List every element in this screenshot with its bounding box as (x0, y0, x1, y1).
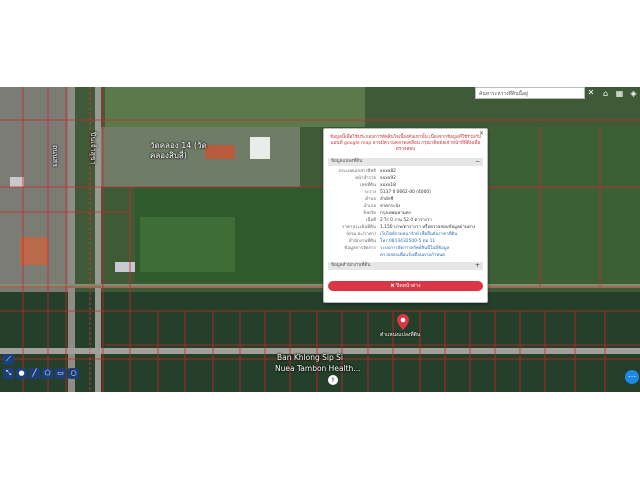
road-label-upper: ถนนสร (51, 145, 59, 167)
info-row: ข้อมูลการจัดการ ระบบการจัดการทรัพย์สินนี้… (328, 245, 482, 252)
info-row-label: ราคาประเมินที่ดิน (342, 225, 376, 230)
layers-icon[interactable]: ◈ (628, 88, 639, 99)
polygon-tool-icon[interactable]: ⬠ (42, 368, 53, 379)
temple-label: วัดคลอง 14 (วัด คลองสิบสี่) (150, 141, 207, 160)
info-row-label: (ตรม.ละ/ราคา) (346, 232, 376, 237)
info-row-value: 1,150 บาท/ตารางวา หรือตรวจสอบข้อมูลผ่านท… (380, 225, 476, 230)
info-row: ราคาประเมินที่ดิน 1,150 บาท/ตารางวา หรือต… (328, 224, 482, 231)
info-row: จังหวัด กรุงเทพมหานคร (328, 210, 482, 217)
info-row: เนื้อที่ 2 ไร่ 0 งาน 52.0 ตารางวา (328, 217, 482, 224)
info-row-label: ประเภทเอกสารสิทธิ (338, 169, 376, 174)
marker-tool-icon[interactable]: ● (16, 368, 27, 379)
info-row: หน้าสำรวจ xxxx92 (328, 175, 482, 182)
info-row-label: ระวาง (364, 190, 376, 195)
disclaimer-text: ข้อมูลนี้เพื่อใช้ประกอบการตัดสินใจเบื้อง… (330, 135, 481, 152)
rectangle-tool-icon[interactable]: ▭ (55, 368, 66, 379)
health-poi-icon[interactable]: ⚕ (328, 375, 338, 385)
info-row: เลขที่ดิน xxxx18 (328, 182, 482, 189)
info-row-label: เนื้อที่ (365, 218, 376, 223)
close-window-button[interactable]: ✖ ปิดหน้าต่าง (328, 281, 483, 291)
info-row: (ตรม.ละ/ราคา) เว็บไซต์กรมธนารักษ์ เพื่อยื… (328, 231, 482, 238)
close-icon[interactable]: × (479, 130, 484, 137)
info-row-label: หน้าสำรวจ (355, 176, 376, 181)
parcel-section-header[interactable]: ข้อมูลแปลงที่ดิน − (328, 158, 483, 166)
grid-icon[interactable]: ▦ (614, 88, 625, 99)
parcel-info-table: ประเภทเอกสารสิทธิ xxxx82 หน้าสำรวจ xxxx92 เล… (328, 168, 482, 259)
search-clear-icon[interactable]: ✕ (586, 88, 596, 98)
parcel-section-title: ข้อมูลแปลงที่ดิน (331, 159, 363, 164)
info-row-value: 2 ไร่ 0 งาน 52.0 ตารางวา (380, 218, 432, 223)
info-row-link[interactable]: ระบบการจัดการทรัพย์สินนี้ไม่มีข้อมูล (380, 245, 482, 252)
home-icon[interactable]: ⌂ (600, 88, 611, 99)
satellite-map[interactable]: วัดคลอง 14 (วัด คลองสิบสี่) ถนนสร ปิ่นเจ… (0, 87, 640, 392)
info-row-label: เลขที่ดิน (360, 183, 376, 188)
info-row-value: xxxx92 (380, 176, 396, 181)
office-section-title: ข้อมูลสำนักงานที่ดิน (331, 263, 371, 268)
map-toolbar: ⤡ ● ╱ ⬠ ▭ ○ (3, 368, 79, 384)
office-section-header[interactable]: ข้อมูลสำนักงานที่ดิน + (328, 262, 483, 270)
info-row-label: ตำบล (365, 197, 376, 202)
info-row-value: 5137 II 0662-00 (4000) (380, 190, 431, 195)
circle-tool-icon[interactable]: ○ (68, 368, 79, 379)
info-row: ประเภทเอกสารสิทธิ xxxx82 (328, 168, 482, 175)
info-row: สำนักงานที่ดิน โทร.0813432500-5 ต่อ 11 (328, 238, 482, 245)
info-row-label: อำเภอ (363, 204, 376, 209)
search-input[interactable]: ค้นหาระหว่างที่ดินนี้อยู่ (475, 87, 585, 99)
info-row-label (328, 252, 380, 259)
pin-label: ตำแหน่งแปลงที่ดิน (380, 332, 421, 338)
measure-tool-icon[interactable]: ⟋ (3, 354, 14, 365)
expand-icon[interactable]: + (475, 262, 480, 270)
info-row-value: xxxx82 (380, 169, 396, 174)
info-row-value: กรุงเทพมหานคร (380, 211, 412, 216)
place-label-line2: Nuea Tambon Health... (275, 364, 361, 373)
info-row: อำเภอ ลาดกระบัง (328, 203, 482, 210)
ruler-tool-icon[interactable]: ⤡ (3, 368, 14, 379)
more-options-icon[interactable]: ⋯ (625, 370, 639, 384)
place-label-line1: Ban Khlong Sip Si (277, 353, 343, 362)
info-row: ตำบล ลำผักชี (328, 196, 482, 203)
info-row-label: สำนักงานที่ดิน (348, 239, 376, 244)
info-row-link[interactable]: โทร.0813432500-5 ต่อ 11 (380, 238, 482, 245)
info-row-link[interactable]: เว็บไซต์กรมธนารักษ์ เพื่อยืนยันราคาที่ดิ… (380, 231, 482, 238)
info-row-label: ข้อมูลการจัดการ (344, 246, 376, 251)
info-row-link[interactable]: ตรวจสอบเพื่อแจ้งเตือนตามกำหนด (380, 252, 482, 259)
info-row-value: xxxx18 (380, 183, 396, 188)
collapse-icon[interactable]: − (475, 158, 480, 166)
road-label-lower: ปิ่นเจ้าสุขา (89, 132, 97, 165)
location-pin-icon[interactable] (397, 314, 409, 330)
info-row: ตรวจสอบเพื่อแจ้งเตือนตามกำหนด (328, 252, 482, 259)
info-row-label: จังหวัด (363, 211, 376, 216)
line-tool-icon[interactable]: ╱ (29, 368, 40, 379)
info-row-value: ลาดกระบัง (380, 204, 401, 209)
info-row-value: ลำผักชี (380, 197, 394, 202)
info-row: ระวาง 5137 II 0662-00 (4000) (328, 189, 482, 196)
parcel-info-popup: × ข้อมูลนี้เพื่อใช้ประกอบการตัดสินใจเบื้… (323, 128, 488, 303)
